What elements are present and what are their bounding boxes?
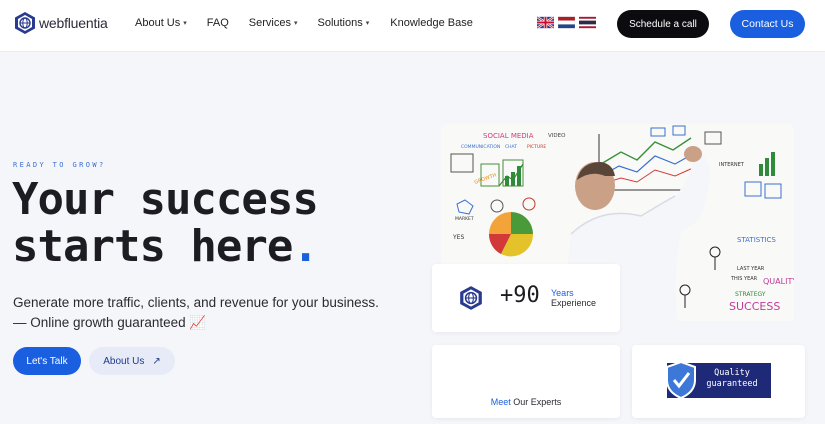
this-year-text: THIS YEAR [730,276,758,282]
meet-experts-card[interactable]: Meet Our Experts [432,345,620,418]
lets-talk-button[interactable]: Let's Talk [13,347,81,375]
meet-experts-text: Meet Our Experts [432,397,620,407]
experience-label: Experience [551,298,597,308]
hero-title-line1: Your success [12,174,319,225]
netherlands-flag-icon[interactable] [558,16,575,29]
nav-faq[interactable]: FAQ [207,17,229,29]
hexagon-globe-icon [15,12,35,34]
yes-text: YES [452,234,464,241]
hero-eyebrow: READY TO GROW? [13,161,106,169]
hero-description-line2: — Online growth guaranteed 📈 [13,315,207,330]
success-text: SUCCESS [729,300,780,313]
thailand-flag-icon[interactable] [579,16,596,29]
nav-about-us-label: About Us [135,17,181,29]
arrow-up-right-icon: ↗ [152,355,161,367]
hero-title-dot: . [292,221,318,272]
market-text: MARKET [455,216,474,222]
nav-faq-label: FAQ [206,17,229,29]
hero-title-line2: starts here [12,221,293,272]
hero-description-line1: Generate more traffic, clients, and reve… [13,295,379,310]
nav-solutions-label: Solutions [317,17,363,29]
brand-name: webfluentia [39,15,108,31]
nav-knowledge-base[interactable]: Knowledge Base [390,17,473,29]
statistics-text: STATISTICS [737,236,776,244]
meet-experts-highlight: Meet [490,397,511,407]
internet-text: INTERNET [719,162,745,168]
main-nav: About Us ▾ FAQ Services ▾ Solutions ▾ Kn… [135,17,473,29]
quality-line2: guaranteed [706,379,758,389]
about-us-button[interactable]: About Us ↗ [89,347,175,375]
meet-experts-rest: Our Experts [510,397,562,407]
hexagon-globe-icon [460,286,482,310]
nav-knowledge-base-label: Knowledge Base [390,17,473,29]
quality-line1: Quality [714,368,750,378]
nav-solutions[interactable]: Solutions ▾ [317,17,369,29]
hero-description: Generate more traffic, clients, and reve… [13,293,379,333]
nav-about-us[interactable]: About Us ▾ [135,17,187,29]
about-us-button-label: About Us [103,355,145,367]
chevron-down-icon: ▾ [183,20,187,27]
years-value: +90 [500,283,540,308]
years-experience-card: +90 Years Experience [432,264,620,332]
brand-logo[interactable]: webfluentia [14,11,108,35]
years-label: Years [551,288,574,298]
quality-guaranteed-card: Quality guaranteed [632,345,805,418]
language-switcher [537,16,596,29]
video-text: VIDEO [548,133,566,139]
quality-badge-text: Quality guaranteed [699,368,765,390]
chevron-down-icon: ▾ [365,20,370,27]
hero-title: Your success starts here. [12,174,319,272]
last-year-text: LAST YEAR [737,266,765,272]
chat-text: CHAT [505,144,517,150]
site-header: webfluentia About Us ▾ FAQ Services ▾ So… [0,0,825,52]
chevron-down-icon: ▾ [293,20,298,27]
strategy-text: STRATEGY [735,291,766,298]
quality-text: QUALITY [763,277,794,286]
schedule-call-button[interactable]: Schedule a call [617,10,709,38]
social-media-text: SOCIAL MEDIA [483,132,534,140]
contact-us-button[interactable]: Contact Us [730,10,805,38]
nav-services[interactable]: Services ▾ [249,17,298,29]
nav-services-label: Services [248,17,291,29]
communication-text: COMMUNICATION [461,144,500,150]
picture-text: PICTURE [527,144,546,150]
quality-badge: Quality guaranteed [666,360,771,400]
uk-flag-icon[interactable] [537,16,554,29]
shield-check-icon [666,360,696,400]
